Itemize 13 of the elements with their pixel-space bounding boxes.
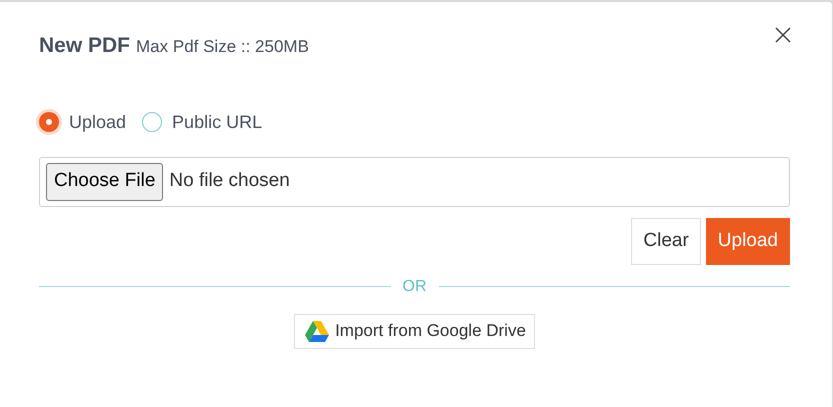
- dialog-subtitle: Max Pdf Size :: 250MB: [136, 36, 309, 58]
- close-icon: [774, 26, 792, 44]
- or-label: OR: [402, 276, 426, 296]
- dialog-title: New PDF: [39, 33, 130, 59]
- close-button[interactable]: [774, 26, 792, 44]
- clear-button[interactable]: Clear: [631, 218, 701, 264]
- file-input-field[interactable]: Choose File No file chosen: [39, 156, 790, 206]
- drive-icon: [305, 320, 330, 342]
- radio-option[interactable]: Public URL: [142, 108, 262, 136]
- radio-option[interactable]: Upload: [39, 108, 126, 136]
- file-status: No file chosen: [169, 169, 290, 194]
- choose-file-button[interactable]: Choose File: [46, 162, 164, 200]
- google-drive-button[interactable]: Import from Google Drive: [294, 314, 535, 348]
